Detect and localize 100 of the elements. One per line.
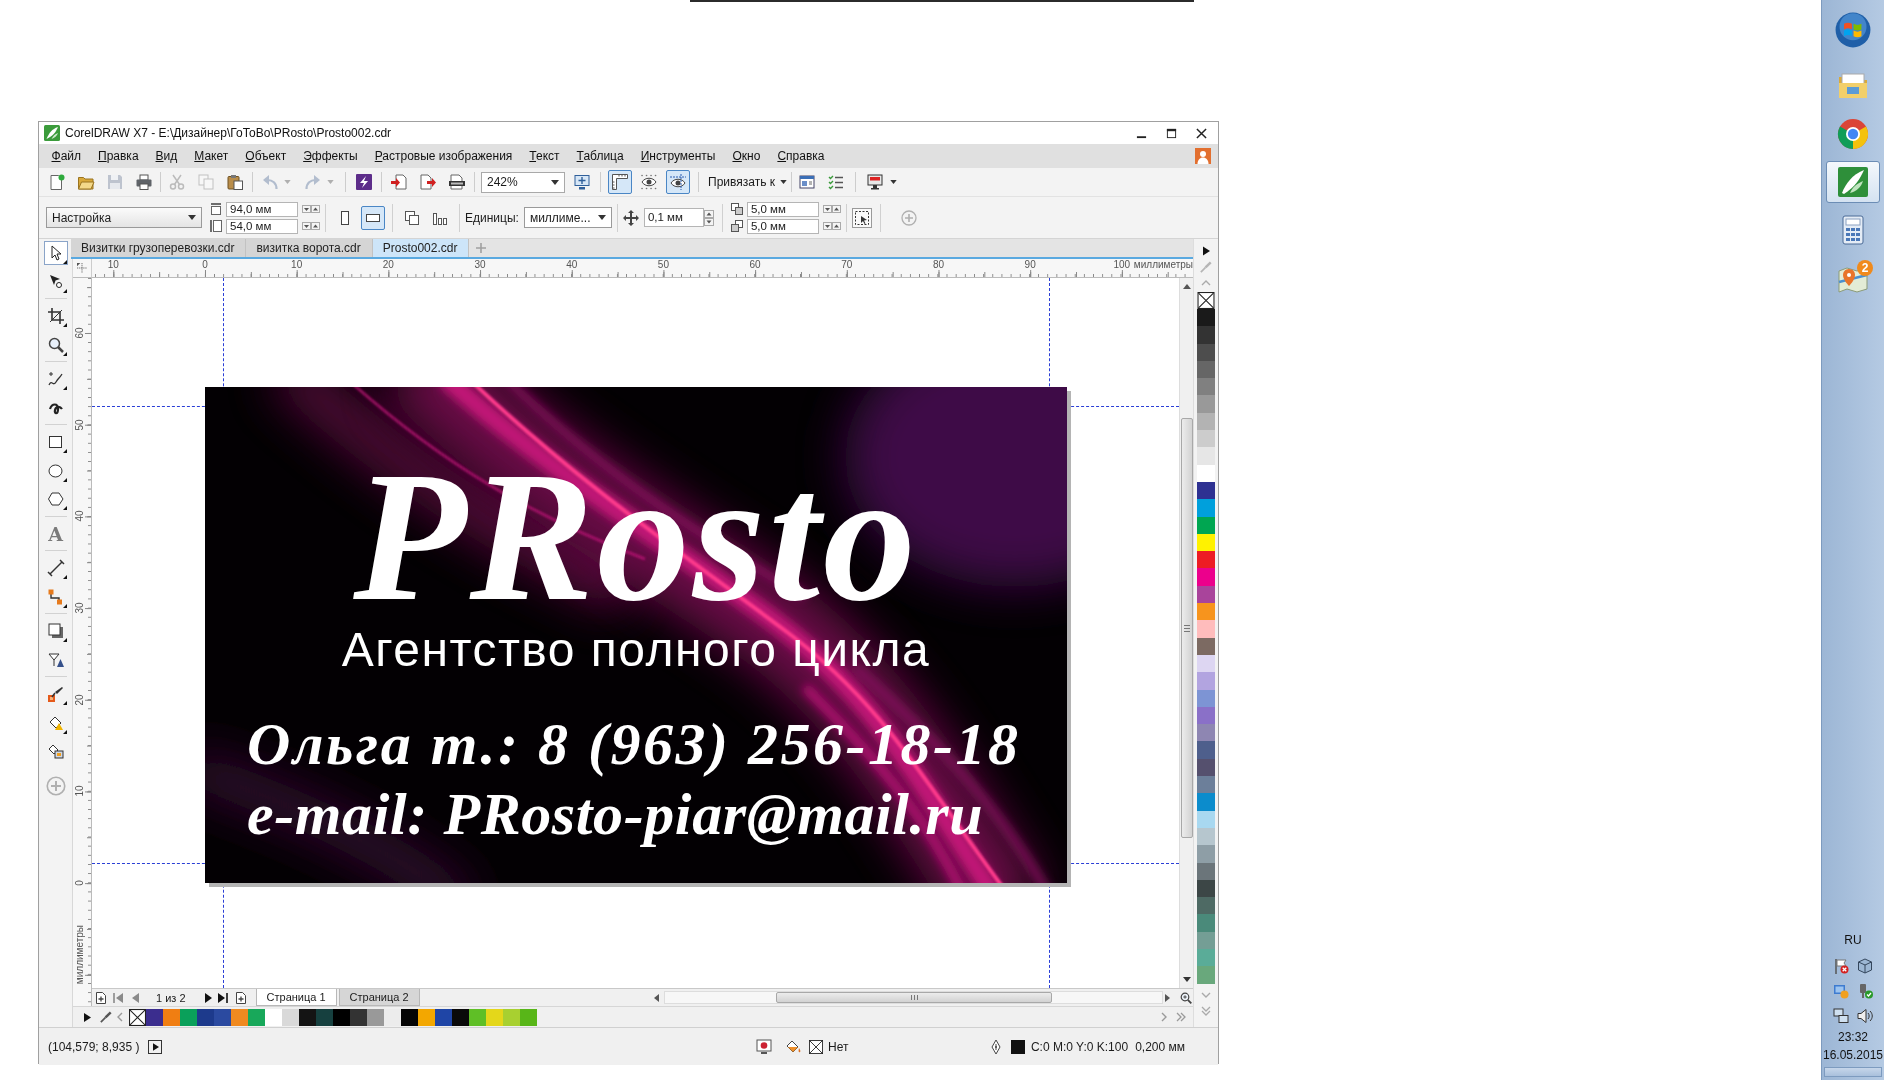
new-document-icon[interactable]: [48, 174, 65, 190]
first-page-icon[interactable]: [112, 991, 124, 1004]
color-swatch[interactable]: [1197, 672, 1215, 690]
no-color-icon[interactable]: [129, 1008, 146, 1026]
color-swatch[interactable]: [1197, 430, 1215, 448]
scrollbar-thumb[interactable]: [1180, 418, 1193, 838]
document-tab[interactable]: Prosto002.cdr: [372, 239, 470, 257]
color-swatch[interactable]: [486, 1008, 503, 1026]
color-swatch[interactable]: [1197, 897, 1215, 915]
color-swatch[interactable]: [418, 1008, 435, 1026]
menu-item[interactable]: Растровые изображения: [366, 147, 521, 165]
snap-menu-button[interactable]: Привязать к: [705, 171, 790, 193]
color-swatch[interactable]: [503, 1008, 520, 1026]
monitor-icon[interactable]: [867, 174, 884, 190]
color-swatch[interactable]: [1197, 603, 1215, 621]
color-swatch[interactable]: [333, 1008, 350, 1026]
checklist-icon[interactable]: [828, 174, 845, 190]
spinner-icon[interactable]: [302, 222, 320, 230]
status-menu-button[interactable]: [148, 1039, 163, 1054]
duplicate-y-field[interactable]: 5,0 мм: [746, 218, 819, 234]
last-page-icon[interactable]: [216, 991, 229, 1004]
clock-time[interactable]: 23:32: [1838, 1030, 1868, 1044]
color-swatch[interactable]: [1197, 741, 1215, 759]
menu-item[interactable]: Объект: [236, 147, 295, 165]
eye-guides-icon[interactable]: [665, 170, 690, 194]
spinner-icon[interactable]: [302, 205, 320, 213]
scrollbar-thumb[interactable]: [776, 992, 1052, 1003]
scroll-left-icon[interactable]: [654, 993, 659, 1002]
color-swatch[interactable]: [452, 1008, 469, 1026]
color-swatch[interactable]: [1197, 620, 1215, 638]
document-tab[interactable]: визитка ворота.cdr: [246, 239, 373, 257]
taskbar-button[interactable]: [1826, 161, 1880, 203]
all-pages-icon[interactable]: [404, 209, 420, 226]
full-screen-icon[interactable]: [573, 174, 590, 190]
color-swatch[interactable]: [1197, 776, 1215, 794]
color-swatch[interactable]: [1197, 447, 1215, 465]
color-swatch[interactable]: [1197, 724, 1215, 742]
landscape-page-icon[interactable]: [361, 205, 385, 230]
preset-dropdown[interactable]: Настройка: [46, 207, 202, 228]
units-dropdown[interactable]: миллиме...: [523, 207, 612, 228]
color-swatch[interactable]: [282, 1008, 299, 1026]
menu-item[interactable]: Файл: [43, 147, 90, 165]
color-swatch[interactable]: [197, 1008, 214, 1026]
add-page-icon[interactable]: [234, 991, 247, 1004]
play-icon[interactable]: [84, 1012, 91, 1022]
display-icon[interactable]: [756, 1038, 772, 1055]
bolt-tile-icon[interactable]: [355, 174, 372, 190]
spinner-icon[interactable]: [703, 209, 714, 226]
menu-item[interactable]: Эффекты: [294, 147, 367, 165]
user-icon[interactable]: [1195, 148, 1211, 164]
options-icon[interactable]: [799, 174, 816, 190]
add-page-icon[interactable]: [95, 991, 107, 1004]
printer-icon[interactable]: [135, 174, 152, 190]
folder-icon[interactable]: [77, 174, 94, 190]
spinner-icon[interactable]: [822, 222, 841, 230]
duplicate-x-field[interactable]: 5,0 мм: [746, 201, 819, 217]
page-tab[interactable]: Страница 2: [338, 989, 420, 1006]
text-tool[interactable]: A: [43, 521, 68, 546]
page-tab[interactable]: Страница 1: [255, 989, 337, 1006]
import-icon[interactable]: [390, 174, 407, 190]
color-swatch[interactable]: [231, 1008, 248, 1026]
scroll-right-icon[interactable]: [1165, 993, 1170, 1002]
cube-icon[interactable]: [1857, 958, 1873, 974]
color-swatch[interactable]: [1197, 551, 1215, 569]
close-icon[interactable]: [1195, 127, 1207, 139]
pointer-icon[interactable]: [43, 241, 68, 265]
color-swatch[interactable]: [248, 1008, 265, 1026]
play-icon[interactable]: [1202, 246, 1210, 256]
color-swatch[interactable]: [265, 1008, 282, 1026]
no-color-icon[interactable]: [1197, 292, 1215, 309]
color-swatch[interactable]: [1197, 378, 1215, 396]
color-swatch[interactable]: [1197, 499, 1215, 517]
color-swatch[interactable]: [435, 1008, 452, 1026]
chevron-down-icon[interactable]: [1201, 991, 1211, 998]
network-icon[interactable]: [1833, 1008, 1849, 1024]
start-button-icon[interactable]: [1835, 12, 1871, 48]
menu-item[interactable]: Правка: [89, 147, 148, 165]
color-swatch[interactable]: [1197, 966, 1215, 984]
zoom-icon[interactable]: [1180, 991, 1192, 1004]
color-swatch[interactable]: [1197, 914, 1215, 932]
scroll-down-icon[interactable]: [1182, 977, 1191, 982]
double-chevron-icon[interactable]: [1201, 1005, 1211, 1016]
clock-date[interactable]: 16.05.2015: [1822, 1048, 1884, 1062]
maximize-icon[interactable]: [1165, 127, 1177, 139]
spinner-icon[interactable]: [822, 205, 841, 213]
speaker-icon[interactable]: [1857, 1008, 1873, 1024]
color-swatch[interactable]: [1197, 395, 1215, 413]
color-swatch[interactable]: [520, 1008, 537, 1026]
page-width-field[interactable]: 94,0 мм: [226, 201, 298, 217]
horizontal-scrollbar[interactable]: [664, 991, 1163, 1004]
double-chevron-icon[interactable]: [1176, 1012, 1186, 1022]
export-icon[interactable]: [419, 174, 436, 190]
color-swatch[interactable]: [1197, 568, 1215, 586]
browser-icon[interactable]: [1837, 118, 1869, 150]
chevron-up-icon[interactable]: [1201, 280, 1211, 286]
paint-bucket-icon[interactable]: [785, 1038, 801, 1055]
color-swatch[interactable]: [367, 1008, 384, 1026]
color-swatch[interactable]: [146, 1008, 163, 1026]
color-swatch[interactable]: [1197, 309, 1215, 327]
eyedropper-icon[interactable]: [100, 1011, 112, 1023]
